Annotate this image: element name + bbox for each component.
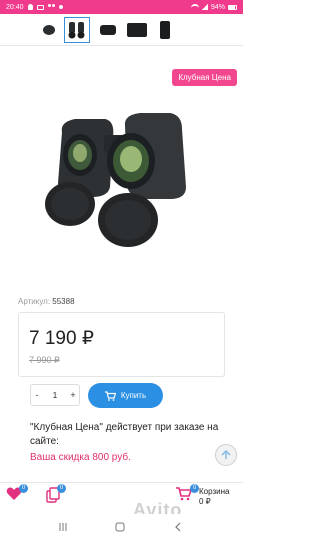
system-nav-bar (0, 514, 243, 540)
arrow-up-icon (221, 449, 231, 459)
increase-button[interactable]: + (67, 390, 79, 400)
product-image[interactable]: Клубная Цена (0, 47, 243, 287)
thumbnail[interactable] (36, 17, 62, 43)
cart-icon (104, 390, 116, 401)
cart-label: Корзина (199, 487, 230, 496)
compare-count: 0 (57, 484, 66, 493)
discount-text: Ваша скидка 800 руб. (30, 452, 131, 463)
dot-icon (58, 5, 63, 9)
sku-label: Артикул: (18, 297, 51, 306)
sku-value: 55388 (52, 297, 75, 306)
thumbnail[interactable] (95, 17, 121, 43)
status-bar: 20:40 94% (0, 0, 243, 14)
wifi-icon (190, 4, 199, 10)
recents-icon[interactable] (58, 522, 68, 532)
product-page: 20:40 94% Клубная Цена Артикул: 55388 7 … (0, 0, 243, 540)
quantity-stepper[interactable]: - 1 + (30, 384, 80, 406)
quantity-value[interactable]: 1 (43, 391, 67, 400)
clock: 20:40 (6, 3, 24, 11)
thumbnail[interactable] (124, 17, 150, 43)
thumbnail-active[interactable] (64, 17, 90, 43)
bottom-app-bar: 0 0 0 Корзина 0 ₽ (0, 482, 243, 512)
binocular-thumb-icon (68, 22, 85, 39)
cart-total: 0 ₽ (199, 497, 211, 506)
thumbnail-strip[interactable] (0, 14, 243, 46)
mail-icon (36, 4, 44, 10)
notification-icon (27, 4, 33, 10)
signal-icon (201, 4, 208, 10)
club-price-note: "Клубная Цена" действует при заказе на с… (30, 422, 219, 447)
favorites-button[interactable]: 0 (6, 484, 28, 506)
buy-button[interactable]: Купить (88, 383, 163, 408)
favorites-count: 0 (19, 484, 28, 493)
old-price: 7 990 ₽ (29, 355, 60, 365)
battery-icon (228, 4, 237, 10)
compare-button[interactable]: 0 (44, 484, 66, 508)
cart-count: 0 (190, 484, 199, 493)
club-price-badge: Клубная Цена (172, 69, 237, 86)
back-icon[interactable] (173, 522, 183, 532)
thumbnail[interactable] (152, 17, 178, 43)
decrease-button[interactable]: - (31, 390, 43, 400)
current-price: 7 190 ₽ (29, 328, 94, 349)
home-icon[interactable] (115, 522, 125, 532)
scroll-top-button[interactable] (215, 444, 237, 466)
app-icon (47, 4, 55, 10)
cart-summary[interactable]: Корзина 0 ₽ (199, 487, 229, 507)
buy-button-label: Купить (120, 391, 147, 400)
price-box: 7 190 ₽ 7 990 ₽ (18, 312, 225, 377)
sku: Артикул: 55388 (18, 297, 75, 306)
battery-level: 94% (210, 3, 225, 11)
